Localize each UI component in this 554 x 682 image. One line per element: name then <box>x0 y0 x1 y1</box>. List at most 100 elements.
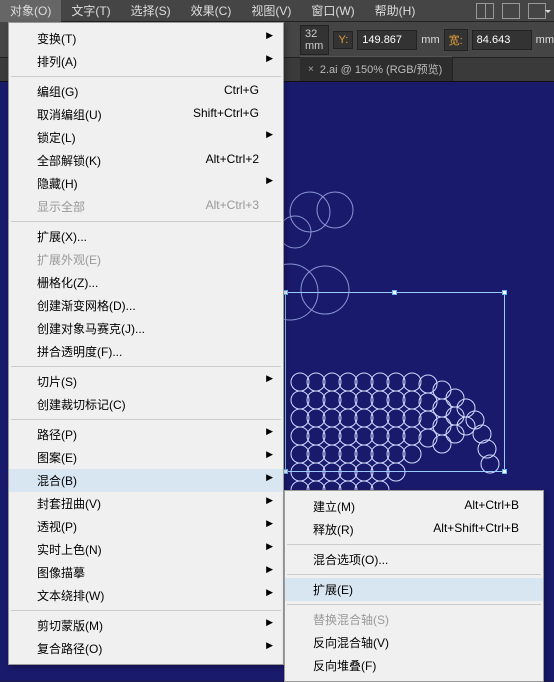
menu-item-label: 混合选项(O)... <box>313 551 388 568</box>
menu-item[interactable]: 实时上色(N) ▶ <box>9 538 283 561</box>
menu-item-label: 反向堆叠(F) <box>313 657 376 674</box>
menu-item-label: 锁定(L) <box>37 129 76 146</box>
menu-item-label: 变换(T) <box>37 30 76 47</box>
menu-item-label: 扩展外观(E) <box>37 251 101 268</box>
menu-item[interactable]: 扩展(E) <box>285 578 543 601</box>
menu-item[interactable]: 取消编组(U) Shift+Ctrl+G <box>9 103 283 126</box>
width-unit: mm <box>536 34 554 46</box>
object-menu-dropdown: 变换(T)▶排列(A)▶编组(G)Ctrl+G取消编组(U)Shift+Ctrl… <box>8 22 284 665</box>
width-label: 宽: <box>444 29 468 51</box>
menu-item-label: 建立(M) <box>313 498 355 515</box>
menu-item[interactable]: 封套扭曲(V)▶ <box>9 492 283 515</box>
menu-item-label: 透视(P) <box>37 518 77 535</box>
menu-item-label: 路径(P) <box>37 426 77 443</box>
submenu-arrow-icon: ▶ <box>266 472 273 483</box>
menu-item[interactable]: 路径(P) ▶ <box>9 423 283 446</box>
width-input[interactable] <box>472 30 532 50</box>
menubar-icons <box>476 3 554 19</box>
menu-separator <box>287 604 541 605</box>
document-tab[interactable]: × 2.ai @ 150% (RGB/预览) <box>300 56 453 81</box>
menu-item[interactable]: 建立(M) Alt+Ctrl+B <box>285 495 543 518</box>
menu-item[interactable]: 反向堆叠(F) <box>285 654 543 677</box>
menu-item-label: 创建裁切标记(C) <box>37 396 126 413</box>
menu-type[interactable]: 文字(T) <box>61 0 120 22</box>
menu-item-label: 图像描摹 <box>37 564 85 581</box>
handle-ne[interactable] <box>502 290 507 295</box>
submenu-arrow-icon: ▶ <box>266 541 273 552</box>
menu-item-label: 隐藏(H) <box>37 175 78 192</box>
menu-item[interactable]: 创建对象马赛克(J)... <box>9 317 283 340</box>
menu-item-label: 栅格化(Z)... <box>37 274 98 291</box>
menu-shortcut: Alt+Ctrl+3 <box>206 198 259 215</box>
menu-item[interactable]: 编组(G)Ctrl+G <box>9 80 283 103</box>
menu-item-label: 替换混合轴(S) <box>313 611 389 628</box>
submenu-arrow-icon: ▶ <box>266 129 273 140</box>
submenu-arrow-icon: ▶ <box>266 564 273 575</box>
menu-item[interactable]: 图像描摹 ▶ <box>9 561 283 584</box>
blend-submenu: 建立(M) Alt+Ctrl+B 释放(R)Alt+Shift+Ctrl+B 混合选项… <box>284 490 544 682</box>
submenu-arrow-icon: ▶ <box>266 426 273 437</box>
menu-item-label: 图案(E) <box>37 449 77 466</box>
menu-shortcut: Shift+Ctrl+G <box>193 106 259 123</box>
menu-item[interactable]: 隐藏(H)▶ <box>9 172 283 195</box>
menu-item-label: 创建渐变网格(D)... <box>37 297 136 314</box>
close-icon[interactable]: × <box>308 64 314 75</box>
menu-help[interactable]: 帮助(H) <box>365 0 426 22</box>
menu-item-label: 拼合透明度(F)... <box>37 343 122 360</box>
menu-item[interactable]: 创建渐变网格(D)... <box>9 294 283 317</box>
menu-item-label: 复合路径(O) <box>37 640 102 657</box>
menu-item[interactable]: 剪切蒙版(M) ▶ <box>9 614 283 637</box>
menu-item[interactable]: 扩展(X)... <box>9 225 283 248</box>
menu-window[interactable]: 窗口(W) <box>301 0 364 22</box>
menu-item[interactable]: 切片(S)▶ <box>9 370 283 393</box>
menu-item-label: 显示全部 <box>37 198 85 215</box>
menu-item-label: 取消编组(U) <box>37 106 102 123</box>
menu-item[interactable]: 复合路径(O)▶ <box>9 637 283 660</box>
menu-view[interactable]: 视图(V) <box>241 0 301 22</box>
doc-layout-icon[interactable] <box>476 3 494 19</box>
menu-item[interactable]: 拼合透明度(F)... <box>9 340 283 363</box>
y-unit: mm <box>421 34 439 46</box>
menu-item[interactable]: 混合(B)▶ <box>9 469 283 492</box>
menu-item: 替换混合轴(S) <box>285 608 543 631</box>
menu-item-label: 编组(G) <box>37 83 78 100</box>
y-input[interactable] <box>357 30 417 50</box>
submenu-arrow-icon: ▶ <box>266 373 273 384</box>
workspace-switcher-icon[interactable] <box>528 3 546 19</box>
menu-item[interactable]: 全部解锁(K)Alt+Ctrl+2 <box>9 149 283 172</box>
menu-item[interactable]: 混合选项(O)... <box>285 548 543 571</box>
menu-item[interactable]: 排列(A)▶ <box>9 50 283 73</box>
menu-item[interactable]: 图案(E)▶ <box>9 446 283 469</box>
handle-se[interactable] <box>502 469 507 474</box>
menu-item-label: 文本绕排(W) <box>37 587 104 604</box>
panel-icon[interactable] <box>502 3 520 19</box>
submenu-arrow-icon: ▶ <box>266 53 273 64</box>
menu-item-label: 扩展(E) <box>313 581 353 598</box>
menu-item[interactable]: 释放(R)Alt+Shift+Ctrl+B <box>285 518 543 541</box>
x-unit-label: 32 mm <box>300 25 329 55</box>
tab-label: 2.ai @ 150% (RGB/预览) <box>320 61 442 77</box>
submenu-arrow-icon: ▶ <box>266 617 273 628</box>
menu-item-label: 剪切蒙版(M) <box>37 617 103 634</box>
menu-separator <box>11 221 281 222</box>
menu-item-label: 实时上色(N) <box>37 541 102 558</box>
menu-item[interactable]: 锁定(L) ▶ <box>9 126 283 149</box>
handle-n[interactable] <box>392 290 397 295</box>
menu-item[interactable]: 变换(T)▶ <box>9 27 283 50</box>
menu-item-label: 创建对象马赛克(J)... <box>37 320 145 337</box>
menu-object[interactable]: 对象(O) <box>0 0 61 22</box>
menu-item[interactable]: 反向混合轴(V) <box>285 631 543 654</box>
menu-shortcut: Alt+Ctrl+B <box>464 498 519 515</box>
menu-effect[interactable]: 效果(C) <box>181 0 242 22</box>
submenu-arrow-icon: ▶ <box>266 495 273 506</box>
menu-item[interactable]: 创建裁切标记(C) <box>9 393 283 416</box>
menu-item[interactable]: 文本绕排(W)▶ <box>9 584 283 607</box>
menu-select[interactable]: 选择(S) <box>121 0 181 22</box>
selection-box[interactable] <box>285 292 505 472</box>
menu-separator <box>11 366 281 367</box>
menu-item[interactable]: 透视(P)▶ <box>9 515 283 538</box>
menu-item[interactable]: 栅格化(Z)... <box>9 271 283 294</box>
menubar: 对象(O) 文字(T) 选择(S) 效果(C) 视图(V) 窗口(W) 帮助(H… <box>0 0 554 22</box>
menu-separator <box>287 544 541 545</box>
menu-item-label: 反向混合轴(V) <box>313 634 389 651</box>
